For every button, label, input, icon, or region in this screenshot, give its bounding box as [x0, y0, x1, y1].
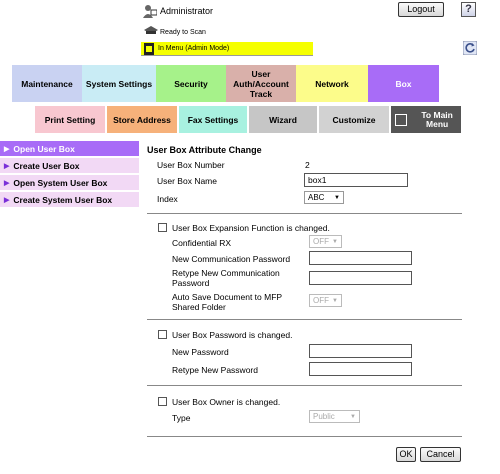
help-button[interactable]: ? — [461, 2, 476, 17]
chevron-down-icon: ▼ — [334, 194, 340, 201]
sidebar-item-label: Open User Box — [13, 143, 75, 154]
new-comm-password-label: New Communication Password — [172, 254, 291, 264]
logout-button[interactable]: Logout — [398, 2, 444, 17]
new-password-input[interactable] — [309, 344, 412, 358]
user-box-number-label: User Box Number — [157, 160, 225, 170]
subtab-wizard[interactable]: Wizard — [249, 106, 317, 133]
auto-save-label: Auto Save Document to MFP Shared Folder — [172, 292, 282, 312]
admin-mode-icon — [144, 43, 154, 55]
chevron-down-icon: ▼ — [332, 297, 338, 304]
tab-system-settings[interactable]: System Settings — [82, 65, 156, 102]
arrow-right-icon: ▶ — [4, 196, 10, 204]
printer-icon — [144, 26, 158, 34]
confidential-rx-value: OFF — [313, 237, 329, 246]
sidebar-item-create-user-box[interactable]: ▶ Create User Box — [0, 158, 139, 174]
sidebar-item-label: Create User Box — [13, 160, 80, 171]
password-change-label: User Box Password is changed. — [172, 330, 293, 340]
sidebar-item-open-user-box[interactable]: ▶ Open User Box — [0, 141, 139, 157]
subtab-store-address[interactable]: Store Address — [107, 106, 177, 133]
administrator-icon — [143, 5, 157, 18]
confidential-rx-label: Confidential RX — [172, 238, 232, 248]
ok-button[interactable]: OK — [396, 447, 416, 462]
arrow-right-icon: ▶ — [4, 145, 10, 153]
auto-save-value: OFF — [313, 296, 329, 305]
tab-box[interactable]: Box — [368, 65, 439, 102]
retype-comm-password-input[interactable] — [309, 271, 412, 285]
mode-text: In Menu (Admin Mode) — [158, 45, 230, 52]
divider — [147, 319, 462, 320]
tab-maintenance[interactable]: Maintenance — [12, 65, 82, 102]
sidebar-item-label: Create System User Box — [13, 194, 113, 205]
type-value: Public — [313, 412, 335, 421]
index-select-value: ABC — [308, 193, 325, 202]
chevron-down-icon: ▼ — [350, 413, 356, 420]
tab-security[interactable]: Security — [156, 65, 226, 102]
password-change-checkbox[interactable] — [158, 330, 167, 339]
expansion-checkbox[interactable] — [158, 223, 167, 232]
arrow-right-icon: ▶ — [4, 162, 10, 170]
user-box-name-input[interactable] — [304, 173, 408, 187]
index-label: Index — [157, 194, 178, 204]
new-comm-password-input[interactable] — [309, 251, 412, 265]
expansion-label: User Box Expansion Function is changed. — [172, 223, 330, 233]
user-name: Administrator — [160, 6, 214, 16]
to-main-menu-label: To Main Menu — [421, 109, 453, 129]
divider — [147, 213, 462, 214]
arrow-right-icon: ▶ — [4, 179, 10, 187]
sidebar-item-label: Open System User Box — [13, 177, 108, 188]
sidebar-item-open-system-user-box[interactable]: ▶ Open System User Box — [0, 175, 139, 191]
owner-change-checkbox[interactable] — [158, 397, 167, 406]
main-menu-icon — [395, 113, 408, 126]
to-main-menu-button[interactable]: To Main Menu — [391, 106, 461, 133]
tab-user-auth[interactable]: User Auth/Account Track — [226, 65, 296, 102]
retype-password-label: Retype New Password — [172, 365, 258, 375]
index-select[interactable]: ABC ▼ — [304, 191, 344, 204]
cancel-button[interactable]: Cancel — [420, 447, 461, 462]
retype-password-input[interactable] — [309, 362, 412, 376]
retype-comm-password-label: Retype New Communication Password — [172, 268, 280, 288]
divider — [147, 436, 462, 437]
new-password-label: New Password — [172, 347, 229, 357]
owner-change-label: User Box Owner is changed. — [172, 397, 281, 407]
subtab-print-setting[interactable]: Print Setting — [35, 106, 105, 133]
type-label: Type — [172, 413, 191, 423]
subtab-customize[interactable]: Customize — [319, 106, 389, 133]
subtab-fax-settings[interactable]: Fax Settings — [179, 106, 247, 133]
user-box-number-value: 2 — [305, 160, 310, 170]
type-select[interactable]: Public ▼ — [309, 410, 360, 423]
status-text: Ready to Scan — [160, 29, 206, 36]
chevron-down-icon: ▼ — [332, 238, 338, 245]
sidebar-item-create-system-user-box[interactable]: ▶ Create System User Box — [0, 192, 139, 208]
confidential-rx-select[interactable]: OFF ▼ — [309, 235, 342, 248]
refresh-icon[interactable] — [463, 41, 477, 55]
form-title: User Box Attribute Change — [147, 145, 262, 155]
divider — [147, 385, 462, 386]
tab-network[interactable]: Network — [296, 65, 368, 102]
auto-save-select[interactable]: OFF ▼ — [309, 294, 342, 307]
user-box-name-label: User Box Name — [157, 176, 217, 186]
